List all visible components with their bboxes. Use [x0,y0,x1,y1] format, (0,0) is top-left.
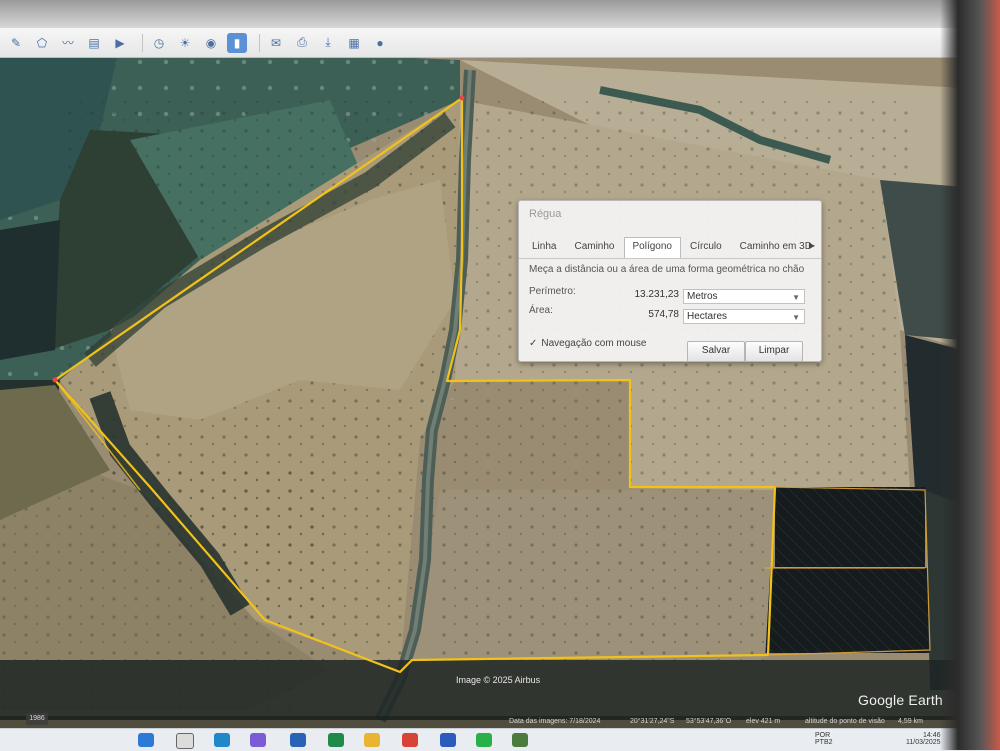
tab-circle[interactable]: Círculo [681,237,731,259]
start-icon[interactable] [138,733,154,747]
path-icon[interactable]: 〰 [58,33,78,53]
tab-3d-path[interactable]: Caminho em 3D [731,237,821,259]
print-icon[interactable]: ⎙ [292,33,312,53]
toolbar-divider [142,33,143,52]
perimeter-value: 13.231,23 [634,289,680,300]
mouse-navigation-label: Navegação com mouse [541,338,647,349]
whatsapp-icon[interactable] [476,733,492,747]
web-icon[interactable]: ● [370,33,390,53]
area-value: 574,78 [648,309,679,320]
latitude: 20°31'27,24"S [630,718,675,725]
polygon-icon[interactable]: ⬠ [32,33,52,53]
file-explorer-icon[interactable] [364,733,380,747]
ruler-dialog: Régua Linha Caminho Polígono Círculo Cam… [518,200,822,362]
scale-chip: 1986 [26,713,48,725]
save-image-icon[interactable]: ⤓ [318,33,338,53]
windows-taskbar: POR PTB2 14:46 11/03/2025 [0,728,1000,751]
clock-date: 11/03/2025 [906,739,941,746]
tab-polygon[interactable]: Polígono [623,237,681,259]
language-code: POR [815,732,831,739]
chevron-down-icon: ▼ [792,313,800,322]
area-unit: Hectares [687,311,728,322]
checkmark-icon: ✓ [529,338,538,349]
tabs-scroll-right-icon[interactable]: ▶ [809,241,815,250]
language-layout: PTB2 [815,739,833,746]
sun-icon[interactable]: ☀ [175,33,195,53]
perimeter-unit-select[interactable]: Metros ▼ [683,289,805,304]
area-unit-select[interactable]: Hectares ▼ [683,309,805,324]
word-icon[interactable] [440,733,456,747]
search-icon[interactable] [176,733,194,749]
chevron-down-icon: ▼ [792,293,800,302]
toolbar-divider [259,33,260,52]
status-bar: Data das imagens: 7/18/2024 20°31'27,24"… [0,716,1000,728]
language-indicator[interactable]: POR PTB2 [815,732,833,746]
maps-icon[interactable]: ▦ [344,33,364,53]
google-earth-logo: Google Earth [858,692,943,708]
perimeter-label: Perímetro: [529,286,576,297]
imagery-date: Data das imagens: 7/18/2024 [509,718,601,725]
google-earth-taskbar-icon[interactable] [512,733,528,747]
perimeter-unit: Metros [687,291,718,302]
email-icon[interactable]: ✉ [266,33,286,53]
historical-imagery-icon[interactable]: ◷ [149,33,169,53]
ruler-description: Meça a distância ou a área de uma forma … [529,264,805,275]
window-top-edge [0,0,1000,28]
excel-icon[interactable] [328,733,344,747]
tour-icon[interactable]: ▶ [110,33,130,53]
tab-line[interactable]: Linha [523,237,565,259]
satellite-map[interactable] [0,0,1000,750]
tabs-divider [519,258,821,259]
toolbar: ✎ ⬠ 〰 ▤ ▶ ◷ ☀ ◉ ▮ ✉ ⎙ ⤓ ▦ ● [0,28,1000,58]
copilot-icon[interactable] [250,733,266,747]
clear-button[interactable]: Limpar [745,341,803,362]
ruler-tabs: Linha Caminho Polígono Círculo Caminho e… [523,237,821,259]
save-button[interactable]: Salvar [687,341,745,362]
edge-icon[interactable] [214,733,230,747]
monitor-bezel [940,0,1000,750]
mouse-navigation-checkbox[interactable]: ✓ Navegação com mouse [529,338,646,349]
elevation: elev 421 m [746,718,781,725]
clock-time: 14:46 [922,732,941,739]
longitude: 53°53'47,36"O [686,718,732,725]
eye-altitude-label: altitude do ponto de visão [805,718,885,725]
planets-icon[interactable]: ◉ [201,33,221,53]
chrome-icon[interactable] [402,733,418,747]
tab-path[interactable]: Caminho [565,237,623,259]
eye-altitude-value: 4,59 km [898,718,923,725]
clock[interactable]: 14:46 11/03/2025 [906,732,941,746]
area-label: Área: [529,305,553,316]
imagery-attribution: Image © 2025 Airbus [456,675,541,685]
ruler-icon[interactable]: ▮ [227,32,247,53]
overlay-icon[interactable]: ▤ [84,33,104,53]
placemark-icon[interactable]: ✎ [6,33,26,53]
dialog-title: Régua [529,208,562,220]
outlook-icon[interactable] [290,733,306,747]
